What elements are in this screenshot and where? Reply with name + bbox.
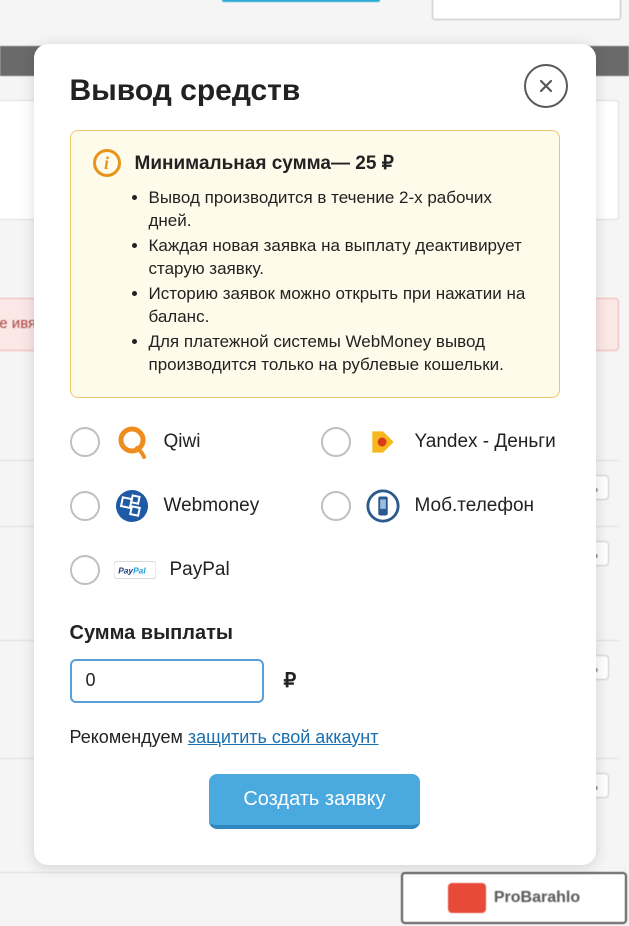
- yandex-money-icon: [365, 424, 401, 460]
- info-icon: i: [93, 149, 121, 177]
- webmoney-icon: [114, 488, 150, 524]
- info-item: Историю заявок можно открыть при нажатии…: [149, 283, 537, 329]
- payment-option-webmoney[interactable]: Webmoney: [70, 488, 309, 524]
- withdraw-modal: Вывод средств i Минимальная сумма— 25 ₽ …: [34, 44, 596, 865]
- radio-button: [321, 491, 351, 521]
- info-item: Каждая новая заявка на выплату деактивир…: [149, 235, 537, 281]
- ruble-symbol: ₽: [284, 668, 297, 693]
- payment-label: Webmoney: [164, 495, 260, 517]
- info-item: Вывод производится в течение 2-х рабочих…: [149, 187, 537, 233]
- amount-input[interactable]: [70, 659, 264, 703]
- payment-option-phone[interactable]: Моб.телефон: [321, 488, 560, 524]
- amount-row: ₽: [70, 659, 560, 703]
- submit-row: Создать заявку: [70, 774, 560, 829]
- close-button[interactable]: [524, 64, 568, 108]
- info-item: Для платежной системы WebMoney вывод про…: [149, 331, 537, 377]
- radio-button: [70, 427, 100, 457]
- amount-label: Сумма выплаты: [70, 622, 560, 645]
- payment-option-yandex[interactable]: Yandex - Деньги: [321, 424, 560, 460]
- payment-label: PayPal: [170, 559, 230, 581]
- payment-options: Qiwi Yandex - Деньги: [70, 424, 560, 588]
- payment-option-qiwi[interactable]: Qiwi: [70, 424, 309, 460]
- radio-button: [321, 427, 351, 457]
- info-list: Вывод производится в течение 2-х рабочих…: [93, 187, 537, 377]
- payment-label: Qiwi: [164, 431, 201, 453]
- protect-account-link[interactable]: защитить свой аккаунт: [188, 727, 379, 747]
- recommend-text: Рекомендуем защитить свой аккаунт: [70, 727, 560, 748]
- radio-button: [70, 555, 100, 585]
- recommend-prefix: Рекомендуем: [70, 727, 188, 747]
- info-header: i Минимальная сумма— 25 ₽: [93, 149, 537, 177]
- paypal-icon: PayPal: [114, 552, 156, 588]
- svg-text:PayPal: PayPal: [118, 565, 146, 575]
- payment-option-paypal[interactable]: PayPal PayPal: [70, 552, 309, 588]
- phone-icon: [365, 488, 401, 524]
- modal-overlay: Вывод средств i Минимальная сумма— 25 ₽ …: [0, 0, 629, 926]
- close-icon: [540, 80, 552, 92]
- info-header-text: Минимальная сумма— 25 ₽: [135, 152, 394, 175]
- create-request-button[interactable]: Создать заявку: [209, 774, 419, 829]
- modal-title: Вывод средств: [70, 74, 560, 108]
- qiwi-icon: [114, 424, 150, 460]
- radio-button: [70, 491, 100, 521]
- payment-label: Yandex - Деньги: [415, 431, 556, 453]
- payment-label: Моб.телефон: [415, 495, 535, 517]
- info-box: i Минимальная сумма— 25 ₽ Вывод производ…: [70, 130, 560, 398]
